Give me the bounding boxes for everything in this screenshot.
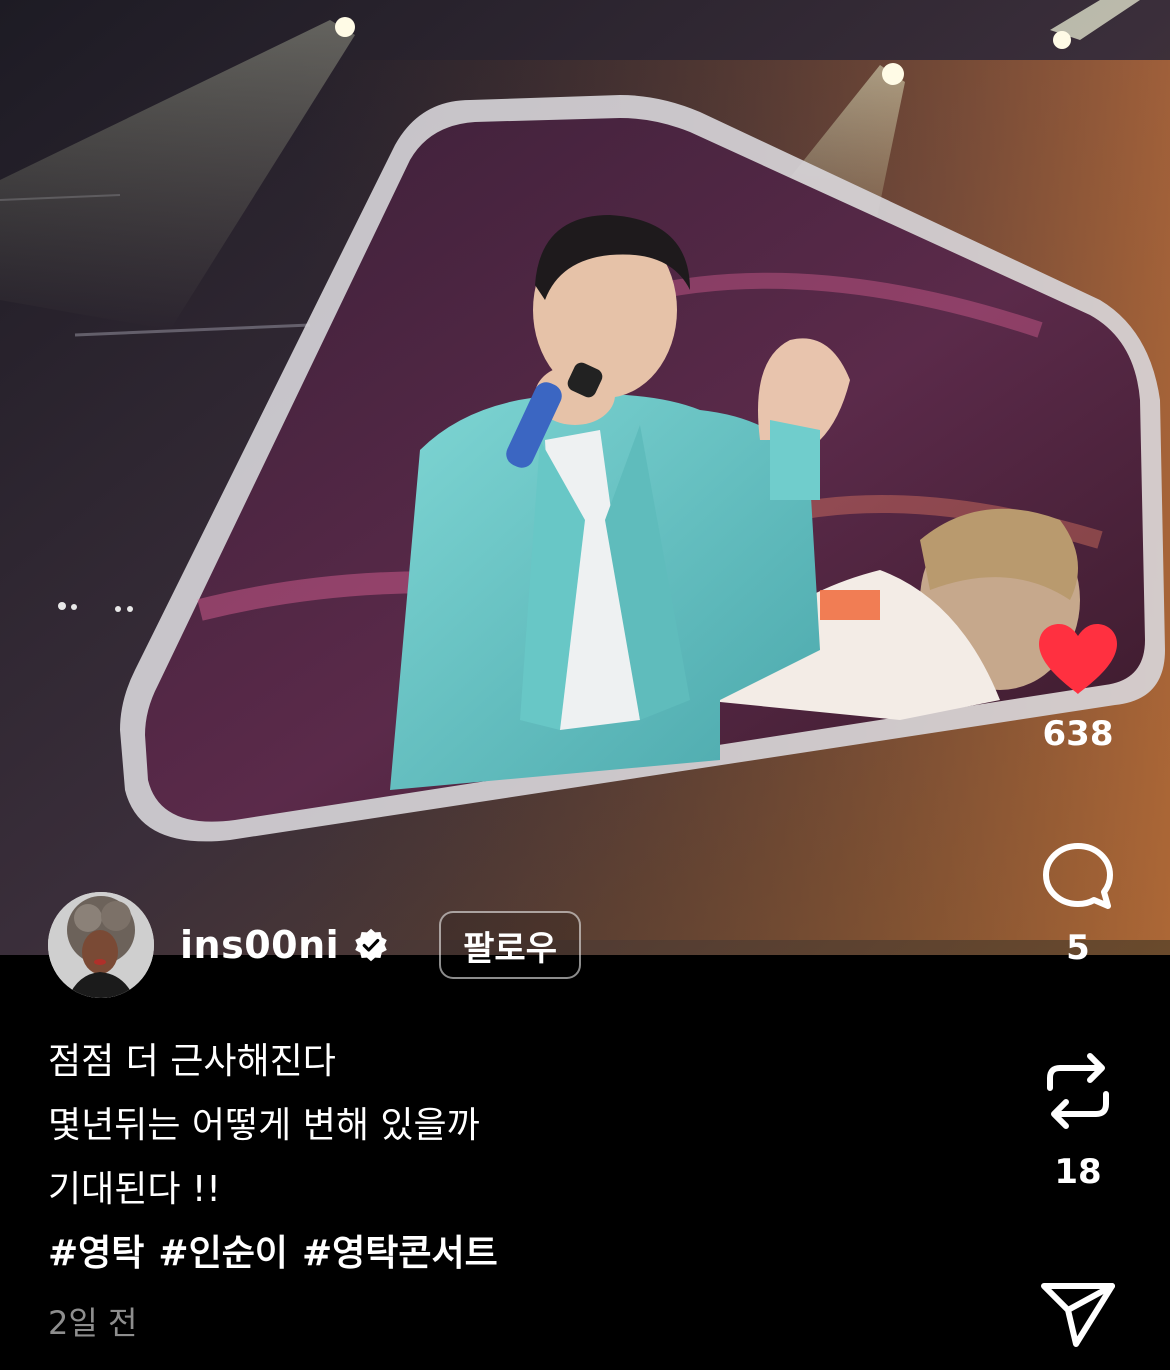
- hashtag-link[interactable]: #영탁콘서트: [302, 1233, 498, 1274]
- post-screen: ins00ni 팔로우 점점 더 근사해진다 몇년뒤는 어떻게 변해 있을까 기…: [0, 0, 1170, 1370]
- send-icon[interactable]: [1040, 1280, 1116, 1348]
- post-media-image[interactable]: [0, 0, 1170, 955]
- caption-line: 기대된다 !!: [48, 1169, 221, 1210]
- post-timestamp: 2일 전: [48, 1304, 138, 1342]
- hashtag-link[interactable]: #인순이: [158, 1233, 288, 1274]
- follow-button[interactable]: 팔로우: [439, 911, 581, 979]
- author-row: ins00ni 팔로우: [48, 890, 581, 1000]
- comment-count: 5: [1066, 928, 1090, 968]
- hashtag-link[interactable]: #영탁: [48, 1233, 144, 1274]
- share-action: [1028, 1280, 1128, 1348]
- avatar-image: [48, 892, 154, 998]
- comment-bubble-icon[interactable]: [1042, 842, 1114, 910]
- username[interactable]: ins00ni: [180, 923, 339, 967]
- repost-icon[interactable]: [1042, 1048, 1114, 1134]
- verified-badge-icon: [355, 928, 387, 962]
- repost-action: 18: [1028, 1048, 1128, 1192]
- caption: 점점 더 근사해진다 몇년뒤는 어떻게 변해 있을까 기대된다 !! #영탁 #인…: [48, 1030, 948, 1286]
- hashtag-list: #영탁 #인순이 #영탁콘서트: [48, 1222, 948, 1286]
- caption-line: 몇년뒤는 어떻게 변해 있을까: [48, 1105, 480, 1146]
- caption-line: 점점 더 근사해진다: [48, 1041, 336, 1082]
- heart-filled-icon[interactable]: [1037, 622, 1119, 696]
- like-action: 638: [1028, 622, 1128, 754]
- concert-photo: [0, 0, 1170, 955]
- avatar[interactable]: [48, 892, 154, 998]
- comment-action: 5: [1028, 842, 1128, 968]
- like-count: 638: [1042, 714, 1114, 754]
- repost-count: 18: [1054, 1152, 1102, 1192]
